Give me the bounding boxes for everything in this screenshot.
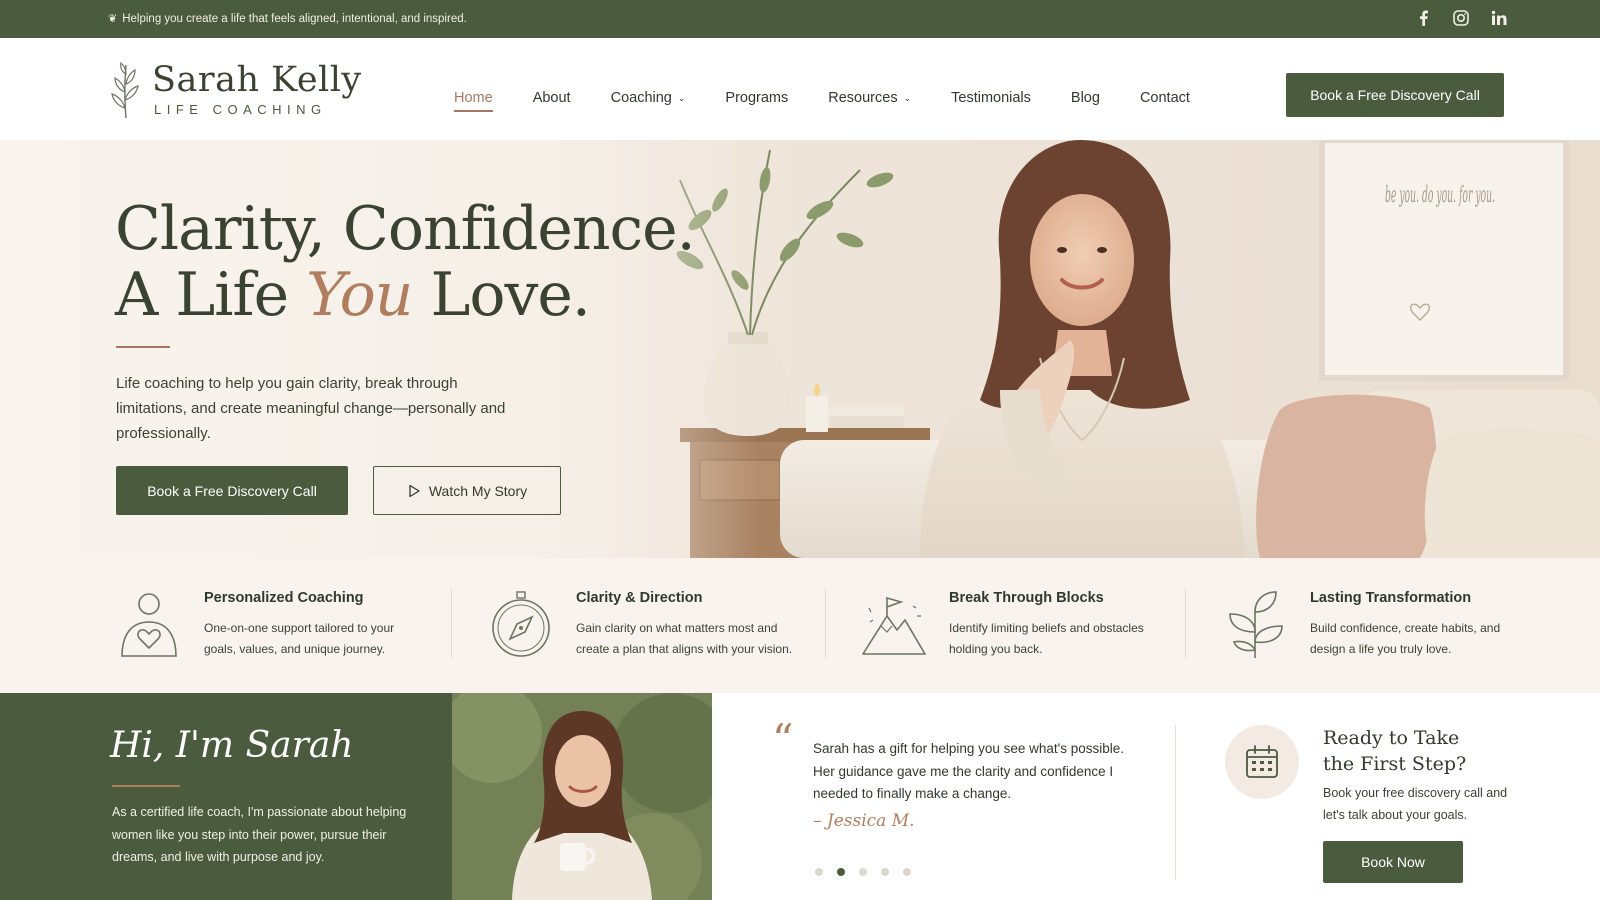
- feature-title: Break Through Blocks: [949, 590, 1104, 606]
- about-text: As a certified life coach, I'm passionat…: [112, 805, 407, 864]
- quote-icon: “: [772, 715, 794, 764]
- nav-label: Coaching: [610, 90, 672, 106]
- top-bar: ❦ Helping you create a life that feels a…: [0, 0, 1600, 38]
- carousel-dot[interactable]: [903, 868, 911, 876]
- headline-line2-prefix: A Life: [115, 260, 307, 330]
- nav-label: Testimonials: [951, 90, 1031, 106]
- mountain-flag-icon: [862, 596, 926, 655]
- linkedin-icon[interactable]: [1490, 9, 1508, 27]
- next-step-title: Ready to Take the First Step?: [1323, 727, 1467, 775]
- feature-title: Clarity & Direction: [576, 590, 703, 606]
- feature-text: One-on-one support tailored to your goal…: [204, 621, 395, 656]
- nav-label: Home: [454, 90, 493, 106]
- about-section: Hi, I'm Sarah As a certified life coach,…: [0, 693, 452, 900]
- nav-item-home[interactable]: Home: [454, 90, 493, 112]
- carousel-dots: [815, 868, 911, 876]
- compass-icon: [492, 591, 550, 657]
- calendar-icon-badge: [1225, 725, 1299, 799]
- hero-discovery-call-button[interactable]: Book a Free Discovery Call: [116, 466, 348, 515]
- headline-emphasis: You: [306, 260, 413, 330]
- feature-break-through-blocks: Break Through Blocks Identify limiting b…: [861, 590, 1181, 660]
- watch-story-button[interactable]: Watch My Story: [373, 466, 561, 515]
- feature-divider: [451, 588, 452, 658]
- leaf-branch-icon: [111, 61, 139, 119]
- carousel-dot[interactable]: [859, 868, 867, 876]
- person-heart-icon: [121, 593, 177, 657]
- feature-divider: [825, 588, 826, 658]
- nav-label: Blog: [1070, 90, 1100, 106]
- next-step-section: Ready to Take the First Step? Book your …: [1176, 693, 1600, 900]
- main-nav: Home About Coaching ⌄ Programs Resources ⌄…: [454, 90, 1190, 112]
- book-now-button[interactable]: Book Now: [1323, 841, 1463, 883]
- nav-label: Contact: [1139, 90, 1190, 106]
- nav-item-contact[interactable]: Contact: [1140, 90, 1190, 110]
- feature-clarity-direction: Clarity & Direction Gain clarity on what…: [488, 590, 808, 660]
- chevron-down-icon: ⌄: [677, 92, 686, 103]
- social-links: [1414, 9, 1508, 27]
- feature-title: Personalized Coaching: [204, 590, 364, 606]
- sprout-icon: [1229, 591, 1283, 658]
- feature-divider: [1185, 588, 1186, 658]
- nav-item-programs[interactable]: Programs: [725, 90, 788, 110]
- header-discovery-call-button[interactable]: Book a Free Discovery Call: [1286, 73, 1504, 117]
- feature-text: Gain clarity on what matters most and cr…: [576, 621, 793, 656]
- carousel-dot-active[interactable]: [837, 868, 845, 876]
- testimonial-quote: Sarah has a gift for helping you see wha…: [813, 741, 1125, 801]
- nav-item-testimonials[interactable]: Testimonials: [951, 90, 1031, 110]
- nav-label: Programs: [725, 90, 789, 106]
- chevron-down-icon: ⌄: [903, 92, 912, 103]
- hero-headline: Clarity, Confidence. A Life You Love.: [115, 194, 696, 330]
- hero-divider: [116, 346, 170, 348]
- testimonial-author: – Jessica M.: [813, 811, 915, 831]
- carousel-dot[interactable]: [881, 868, 889, 876]
- tagline-text: Helping you create a life that feels ali…: [122, 12, 467, 25]
- top-tagline: ❦ Helping you create a life that feels a…: [108, 12, 467, 26]
- feature-text: Build confidence, create habits, and des…: [1310, 621, 1501, 656]
- about-divider: [112, 785, 180, 787]
- sarah-photo: [452, 693, 712, 900]
- wall-art-text: be you. do you. for you.: [1385, 183, 1495, 208]
- watch-story-label: Watch My Story: [428, 482, 528, 499]
- leaf-icon: ❦: [108, 13, 118, 25]
- feature-title: Lasting Transformation: [1310, 590, 1472, 606]
- instagram-icon[interactable]: [1452, 9, 1470, 27]
- testimonial-section: “ Sarah has a gift for helping you see w…: [712, 693, 1175, 900]
- nav-item-about[interactable]: About: [533, 90, 571, 110]
- brand-name: Sarah Kelly: [152, 60, 362, 100]
- hero-description: Life coaching to help you gain clarity, …: [116, 375, 506, 442]
- features-strip: Personalized Coaching One-on-one support…: [0, 558, 1600, 693]
- site-header: Sarah Kelly LIFE COACHING Home About Coa…: [0, 38, 1600, 140]
- headline-line2-suffix: Love.: [412, 260, 590, 330]
- next-step-text: Book your free discovery call and let's …: [1323, 786, 1508, 822]
- brand-logo[interactable]: Sarah Kelly LIFE COACHING: [108, 60, 362, 120]
- nav-label: Resources: [828, 90, 898, 106]
- headline-line1: Clarity, Confidence.: [115, 194, 696, 264]
- brand-subtitle: LIFE COACHING: [154, 102, 327, 117]
- facebook-icon[interactable]: [1414, 9, 1432, 27]
- feature-lasting-transformation: Lasting Transformation Build confidence,…: [1222, 590, 1542, 660]
- nav-label: About: [532, 90, 571, 106]
- hero-section: be you. do you. for you. Clarity, Confid…: [0, 140, 1600, 558]
- nav-item-resources[interactable]: Resources ⌄: [828, 90, 911, 110]
- about-greeting: Hi, I'm Sarah: [110, 725, 354, 766]
- nav-item-blog[interactable]: Blog: [1071, 90, 1100, 110]
- carousel-dot[interactable]: [815, 868, 823, 876]
- nav-item-coaching[interactable]: Coaching ⌄: [611, 90, 686, 110]
- feature-personalized-coaching: Personalized Coaching One-on-one support…: [116, 590, 436, 660]
- calendar-icon: [1246, 745, 1278, 778]
- play-icon: [409, 484, 420, 497]
- feature-text: Identify limiting beliefs and obstacles …: [949, 621, 1144, 656]
